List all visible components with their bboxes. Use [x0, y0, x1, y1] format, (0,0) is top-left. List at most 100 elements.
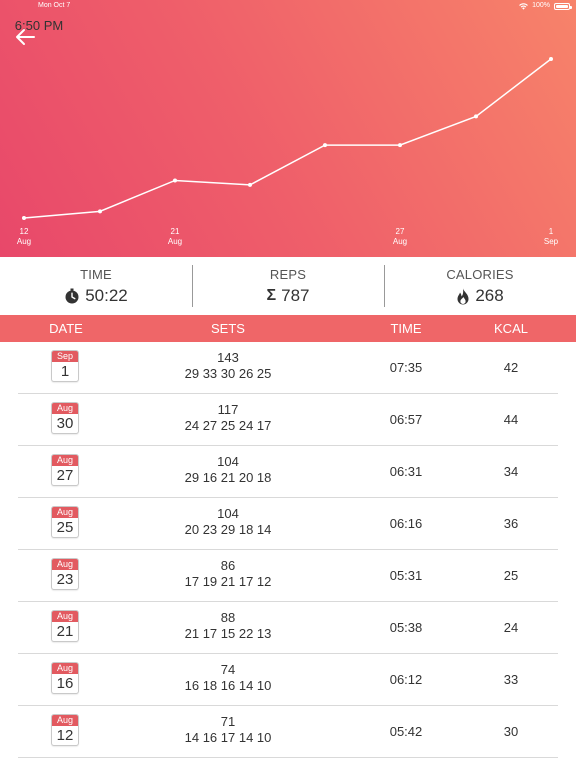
- kcal-cell: 36: [503, 516, 519, 531]
- table-row[interactable]: Aug 16 74 16 18 16 14 10 06:12 33: [18, 654, 558, 706]
- sets-total: 104: [217, 454, 239, 469]
- calendar-day: 30: [56, 415, 74, 432]
- sets-breakdown: 17 19 21 17 12: [184, 574, 272, 589]
- sets-total: 143: [217, 350, 239, 365]
- x-tick-month: Aug: [393, 237, 407, 246]
- time-cell: 05:38: [389, 620, 423, 635]
- calendar-date-icon: Aug 27: [51, 454, 79, 486]
- stat-calories-value: 268: [475, 286, 504, 305]
- chart-point-7: [549, 57, 553, 61]
- stat-reps-value: 787: [281, 286, 310, 305]
- x-tick-day: 1: [549, 227, 554, 236]
- sigma-icon: Σ: [266, 287, 277, 304]
- table-row[interactable]: Aug 21 88 21 17 15 22 13 05:38 24: [18, 602, 558, 654]
- time-cell: 06:31: [389, 464, 423, 479]
- calendar-date-icon: Aug 21: [51, 610, 79, 642]
- column-header-date: DATE: [49, 321, 83, 336]
- chart-point-3: [248, 182, 252, 187]
- x-tick-day: 21: [171, 227, 180, 236]
- sets-cell: 71 14 16 17 14 10: [158, 714, 298, 746]
- back-arrow-icon[interactable]: [14, 26, 38, 48]
- sets-cell: 143 29 33 30 26 25: [158, 350, 298, 382]
- time-cell: 05:42: [389, 724, 423, 739]
- sets-cell: 86 17 19 21 17 12: [158, 558, 298, 590]
- x-tick-month: Aug: [168, 237, 182, 246]
- sets-breakdown: 21 17 15 22 13: [184, 626, 272, 641]
- time-cell: 07:35: [389, 360, 423, 375]
- calendar-day: 27: [56, 467, 74, 484]
- sets-breakdown: 14 16 17 14 10: [184, 730, 272, 745]
- kcal-cell: 24: [503, 620, 519, 635]
- chart-point-1: [98, 209, 102, 214]
- calendar-date-icon: Aug 30: [51, 402, 79, 434]
- sets-cell: 104 29 16 21 20 18: [158, 454, 298, 486]
- x-tick-day: 27: [396, 227, 405, 236]
- calendar-day: 23: [56, 571, 74, 588]
- kcal-cell: 44: [503, 412, 519, 427]
- sets-breakdown: 16 18 16 14 10: [184, 678, 272, 693]
- stat-time-value: 50:22: [85, 286, 128, 305]
- time-cell: 06:12: [389, 672, 423, 687]
- table-row[interactable]: Aug 25 104 20 23 29 18 14 06:16 36: [18, 498, 558, 550]
- header-area: 6:50 PM Mon Oct 7 100% 12 Aug 21 Aug 27 Aug 1 S…: [0, 0, 576, 257]
- table-header: DATE SETS TIME KCAL: [0, 315, 576, 342]
- calendar-month: Aug: [52, 507, 78, 518]
- x-tick-day: 12: [20, 227, 29, 236]
- calendar-month: Aug: [52, 715, 78, 726]
- time-cell: 06:16: [389, 516, 423, 531]
- calendar-date-icon: Aug 16: [51, 662, 79, 694]
- calendar-month: Aug: [52, 455, 78, 466]
- sets-breakdown: 20 23 29 18 14: [184, 522, 272, 537]
- calendar-date-icon: Aug 25: [51, 506, 79, 538]
- table-row[interactable]: Aug 27 104 29 16 21 20 18 06:31 34: [18, 446, 558, 498]
- chart-point-0: [22, 216, 26, 220]
- chart-point-4: [323, 143, 327, 148]
- stat-calories-label: CALORIES: [446, 267, 514, 282]
- kcal-cell: 33: [503, 672, 519, 687]
- table-row[interactable]: Aug 23 86 17 19 21 17 12 05:31 25: [18, 550, 558, 602]
- table-row[interactable]: Sep 1 143 29 33 30 26 25 07:35 42: [18, 342, 558, 394]
- sets-cell: 117 24 27 25 24 17: [158, 402, 298, 434]
- kcal-cell: 25: [503, 568, 519, 583]
- column-header-sets: SETS: [211, 321, 245, 336]
- chart-point-5: [398, 143, 402, 148]
- column-header-kcal: KCAL: [494, 321, 528, 336]
- stat-calories: CALORIES 268: [384, 257, 576, 315]
- x-tick-month: Aug: [17, 237, 31, 246]
- sets-cell: 104 20 23 29 18 14: [158, 506, 298, 538]
- sets-total: 71: [220, 714, 236, 729]
- sets-total: 88: [220, 610, 236, 625]
- chart-point-2: [173, 178, 177, 183]
- stat-reps-label: REPS: [269, 267, 307, 282]
- kcal-cell: 42: [503, 360, 519, 375]
- calendar-month: Aug: [52, 559, 78, 570]
- kcal-cell: 30: [503, 724, 519, 739]
- table-row[interactable]: Aug 12 71 14 16 17 14 10 05:42 30: [18, 706, 558, 758]
- calendar-day: 1: [60, 363, 70, 380]
- calendar-month: Aug: [52, 611, 78, 622]
- stat-time: TIME 50:22: [0, 257, 192, 315]
- table-row[interactable]: Aug 30 117 24 27 25 24 17 06:57 44: [18, 394, 558, 446]
- column-header-time: TIME: [390, 321, 422, 336]
- stat-time-label: TIME: [80, 267, 112, 282]
- calendar-month: Aug: [52, 403, 78, 414]
- calendar-date-icon: Aug 12: [51, 714, 79, 746]
- sets-total: 86: [220, 558, 236, 573]
- sets-breakdown: 29 33 30 26 25: [184, 366, 272, 381]
- chart-series-line: [23, 58, 552, 219]
- stat-time-value-row: 50:22: [0, 286, 192, 306]
- sets-breakdown: 29 16 21 20 18: [184, 470, 272, 485]
- stat-reps: REPS Σ 787: [192, 257, 384, 315]
- calendar-month: Sep: [52, 351, 78, 362]
- calendar-day: 12: [56, 727, 74, 744]
- progress-line-chart: 12Aug21Aug27Aug1Sep: [17, 57, 559, 246]
- calendar-day: 16: [56, 675, 74, 692]
- kcal-cell: 34: [503, 464, 519, 479]
- stat-calories-value-row: 268: [384, 286, 576, 306]
- workout-list: Sep 1 143 29 33 30 26 25 07:35 42 Aug 30…: [0, 342, 576, 758]
- calendar-date-icon: Aug 23: [51, 558, 79, 590]
- sets-cell: 88 21 17 15 22 13: [158, 610, 298, 642]
- sets-cell: 74 16 18 16 14 10: [158, 662, 298, 694]
- sets-breakdown: 24 27 25 24 17: [184, 418, 272, 433]
- sets-total: 117: [217, 402, 239, 417]
